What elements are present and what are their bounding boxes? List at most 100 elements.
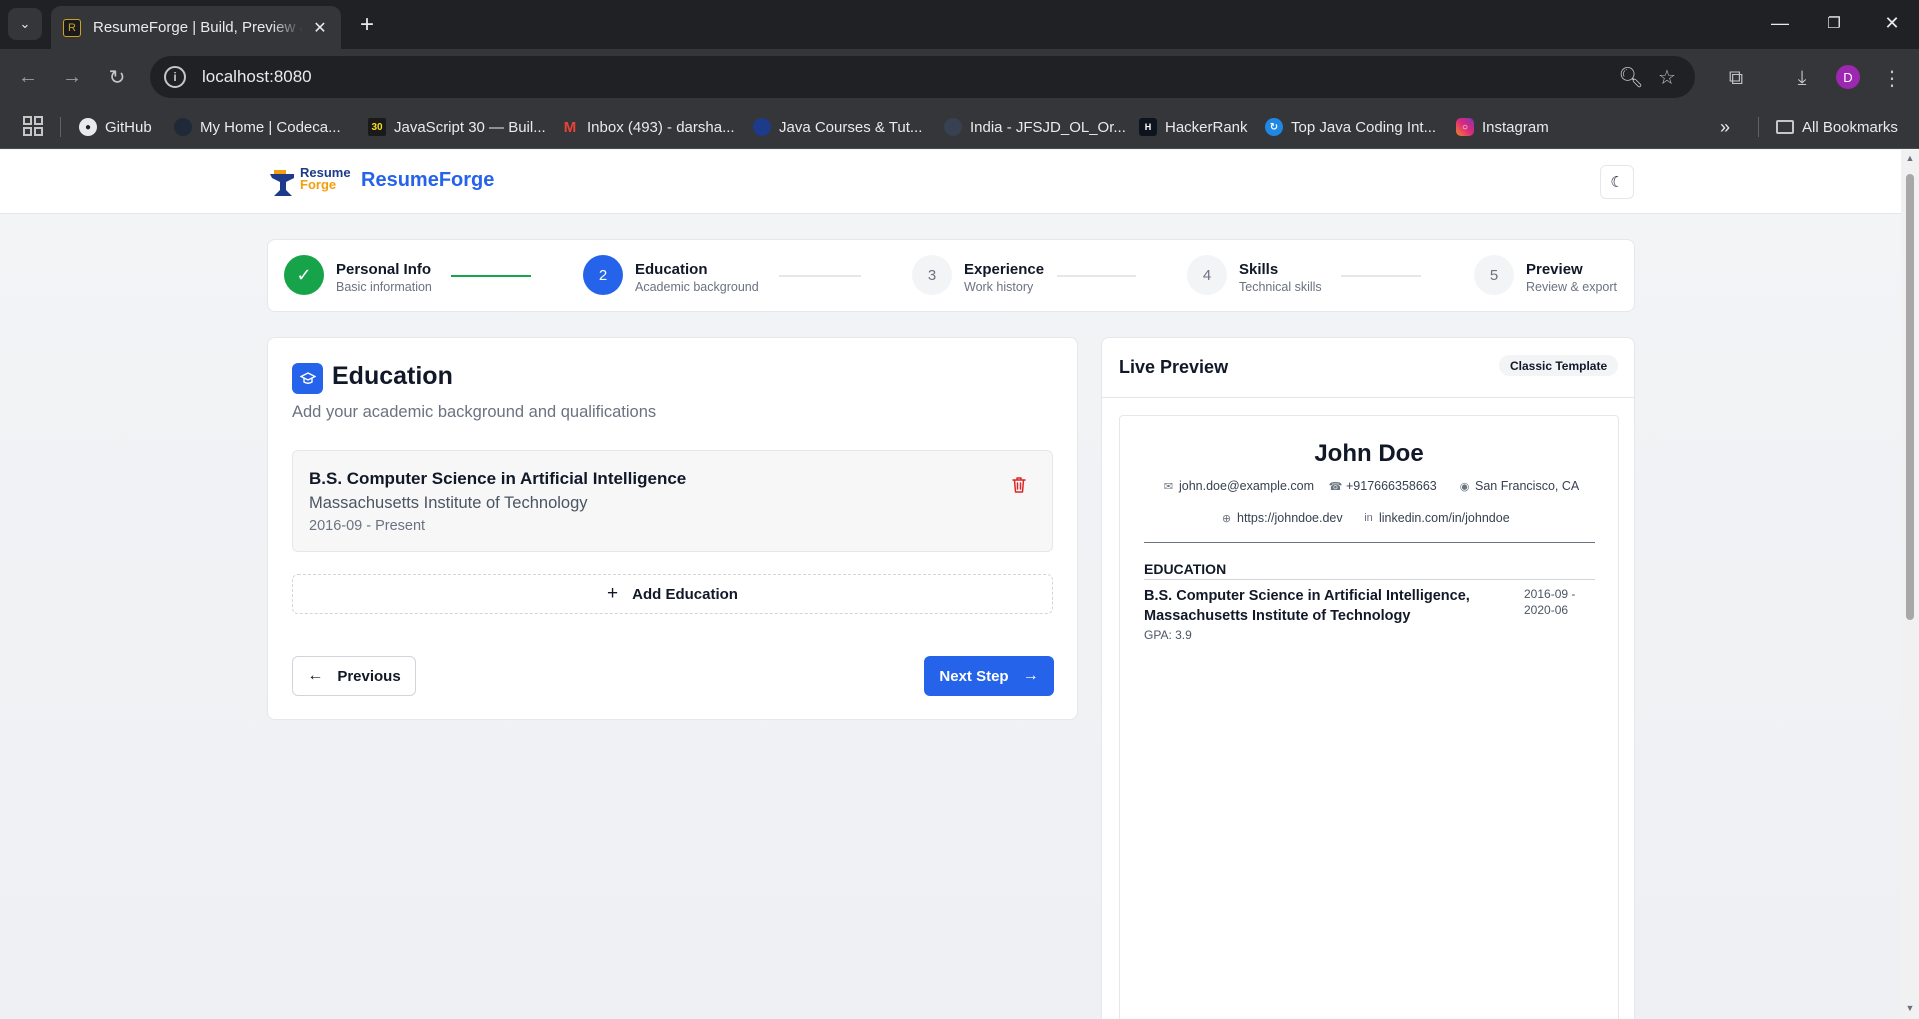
tab-close-icon[interactable]: ✕ <box>311 18 329 38</box>
brand-name[interactable]: ResumeForge <box>361 169 494 192</box>
gmail-icon: M <box>563 118 577 136</box>
resume-name: John Doe <box>1314 440 1424 467</box>
logo-line-2: Forge <box>300 177 337 192</box>
step-title: Preview <box>1526 261 1583 278</box>
phone-icon: ☎ <box>1328 480 1343 493</box>
profile-avatar[interactable]: D <box>1836 65 1860 89</box>
github-icon: ● <box>79 118 97 136</box>
step-2-circle[interactable]: 2 <box>583 255 623 295</box>
phone-text: +917666358663 <box>1346 479 1437 493</box>
more-bookmarks-chevron-icon[interactable]: » <box>1720 113 1730 141</box>
location-text: San Francisco, CA <box>1475 479 1580 493</box>
step-4-circle[interactable]: 4 <box>1187 255 1227 295</box>
folder-icon <box>1776 120 1794 134</box>
entry-dates: 2016-09 - Present <box>309 518 426 534</box>
resume-email: ✉ john.doe@example.com <box>1162 479 1314 493</box>
step-3-circle[interactable]: 3 <box>912 255 952 295</box>
add-education-label: Add Education <box>632 585 738 603</box>
website-text: https://johndoe.dev <box>1237 511 1343 525</box>
bookmarks-bar: ● GitHub My Home | Codeca... 30 JavaScri… <box>0 105 1919 149</box>
new-tab-icon[interactable]: + <box>352 10 382 40</box>
bookmark-codecademy[interactable]: My Home | Codeca... <box>174 113 341 141</box>
bookmark-hackerrank[interactable]: H HackerRank <box>1139 113 1248 141</box>
downloads-icon[interactable]: ⤓ <box>1786 62 1818 94</box>
resumeforge-favicon-icon: R <box>63 18 81 37</box>
app-header: Resume Forge ResumeForge ☾ <box>0 150 1901 214</box>
education-form-card: Education Add your academic background a… <box>267 337 1078 720</box>
minimize-icon[interactable]: — <box>1760 8 1800 38</box>
step-subtitle: Basic information <box>336 280 432 294</box>
bookmark-top-java[interactable]: ↻ Top Java Coding Int... <box>1265 113 1436 141</box>
scrollbar-thumb[interactable] <box>1906 174 1914 620</box>
step-5-circle[interactable]: 5 <box>1474 255 1514 295</box>
step-subtitle: Review & export <box>1526 280 1618 294</box>
apps-grid-icon[interactable] <box>22 115 44 137</box>
step-title: Skills <box>1239 261 1279 278</box>
step-title: Education <box>635 261 708 278</box>
chrome-menu-icon[interactable]: ⋮ <box>1876 62 1908 94</box>
bookmark-gmail[interactable]: M Inbox (493) - darsha... <box>561 113 735 141</box>
browser-tab-bar: ⌄ R ResumeForge | Build, Preview & Expor… <box>0 0 1919 49</box>
logo-wordmark: Resume Forge <box>300 166 351 192</box>
url-text[interactable]: localhost:8080 <box>202 67 1613 87</box>
all-bookmarks-label: All Bookmarks <box>1802 118 1898 136</box>
page-viewport: Resume Forge ResumeForge ☾ ✓ Personal In… <box>0 150 1901 1019</box>
restore-icon[interactable]: ❐ <box>1814 8 1854 38</box>
browser-tab[interactable]: R ResumeForge | Build, Preview & Export … <box>51 6 341 49</box>
address-bar[interactable]: i localhost:8080 🔍︎ ☆ <box>150 56 1695 98</box>
education-entry[interactable]: B.S. Computer Science in Artificial Inte… <box>292 450 1053 552</box>
bookmark-java-courses[interactable]: Java Courses & Tut... <box>753 113 922 141</box>
section-divider <box>1144 579 1595 580</box>
globe-icon: ⊕ <box>1221 512 1232 525</box>
coding-interview-icon: ↻ <box>1265 118 1283 136</box>
scroll-up-icon[interactable]: ▲ <box>1905 153 1915 163</box>
forward-icon[interactable]: → <box>57 62 87 92</box>
bookmark-javascript30[interactable]: 30 JavaScript 30 — Buil... <box>368 113 546 141</box>
progress-stepper: ✓ Personal Info Basic information 2 Educ… <box>267 239 1635 312</box>
zoom-icon[interactable]: 🔍︎ <box>1613 59 1649 95</box>
page-scrollbar[interactable]: ▲ ▼ <box>1901 150 1919 1019</box>
step-1-check-icon[interactable]: ✓ <box>284 255 324 295</box>
extensions-icon[interactable]: ⧉ <box>1720 62 1752 94</box>
delete-trash-icon[interactable] <box>1009 475 1029 495</box>
add-education-button[interactable]: + Add Education <box>292 574 1053 614</box>
dark-mode-moon-icon[interactable]: ☾ <box>1600 165 1634 199</box>
codecademy-icon <box>174 118 192 136</box>
resume-edu-gpa: GPA: 3.9 <box>1144 628 1192 642</box>
reload-icon[interactable]: ↻ <box>102 62 132 92</box>
step-connector <box>1341 275 1421 277</box>
window-close-icon[interactable]: ✕ <box>1872 8 1912 38</box>
previous-button[interactable]: ← Previous <box>292 656 416 696</box>
instagram-icon: ○ <box>1456 118 1474 136</box>
live-preview-card: Live Preview Classic Template John Doe ✉… <box>1101 337 1635 1019</box>
template-badge[interactable]: Classic Template <box>1499 355 1619 376</box>
bookmark-github[interactable]: ● GitHub <box>79 113 152 141</box>
bookmark-label: Top Java Coding Int... <box>1291 118 1437 136</box>
bookmark-label: JavaScript 30 — Buil... <box>394 118 546 136</box>
all-bookmarks-button[interactable]: All Bookmarks <box>1776 113 1898 141</box>
bookmark-label: My Home | Codeca... <box>200 118 341 136</box>
step-subtitle: Academic background <box>635 280 759 294</box>
resume-location: ◉ San Francisco, CA <box>1458 479 1580 493</box>
email-text: john.doe@example.com <box>1179 479 1314 493</box>
step-connector-complete <box>451 275 531 277</box>
plus-icon: + <box>607 583 619 604</box>
bookmark-star-icon[interactable]: ☆ <box>1649 59 1685 95</box>
tab-title: ResumeForge | Build, Preview & Export <box>93 19 303 36</box>
map-pin-icon: ◉ <box>1459 480 1470 493</box>
back-icon[interactable]: ← <box>13 62 43 92</box>
bookmark-label: Java Courses & Tut... <box>779 118 923 136</box>
javascript30-icon: 30 <box>368 118 386 136</box>
step-title: Experience <box>964 261 1045 278</box>
scroll-down-icon[interactable]: ▼ <box>1905 1003 1915 1013</box>
step-connector <box>1057 275 1136 277</box>
site-info-icon[interactable]: i <box>164 66 186 88</box>
bookmark-label: Instagram <box>1482 118 1549 136</box>
resume-section-title: EDUCATION <box>1144 561 1227 577</box>
hackerrank-icon: H <box>1139 118 1157 136</box>
tab-search-chevron-icon[interactable]: ⌄ <box>8 8 42 40</box>
graduation-cap-icon <box>292 363 323 394</box>
bookmark-instagram[interactable]: ○ Instagram <box>1456 113 1549 141</box>
bookmark-india[interactable]: India - JFSJD_OL_Or... <box>944 113 1126 141</box>
next-step-button[interactable]: Next Step → <box>924 656 1054 696</box>
